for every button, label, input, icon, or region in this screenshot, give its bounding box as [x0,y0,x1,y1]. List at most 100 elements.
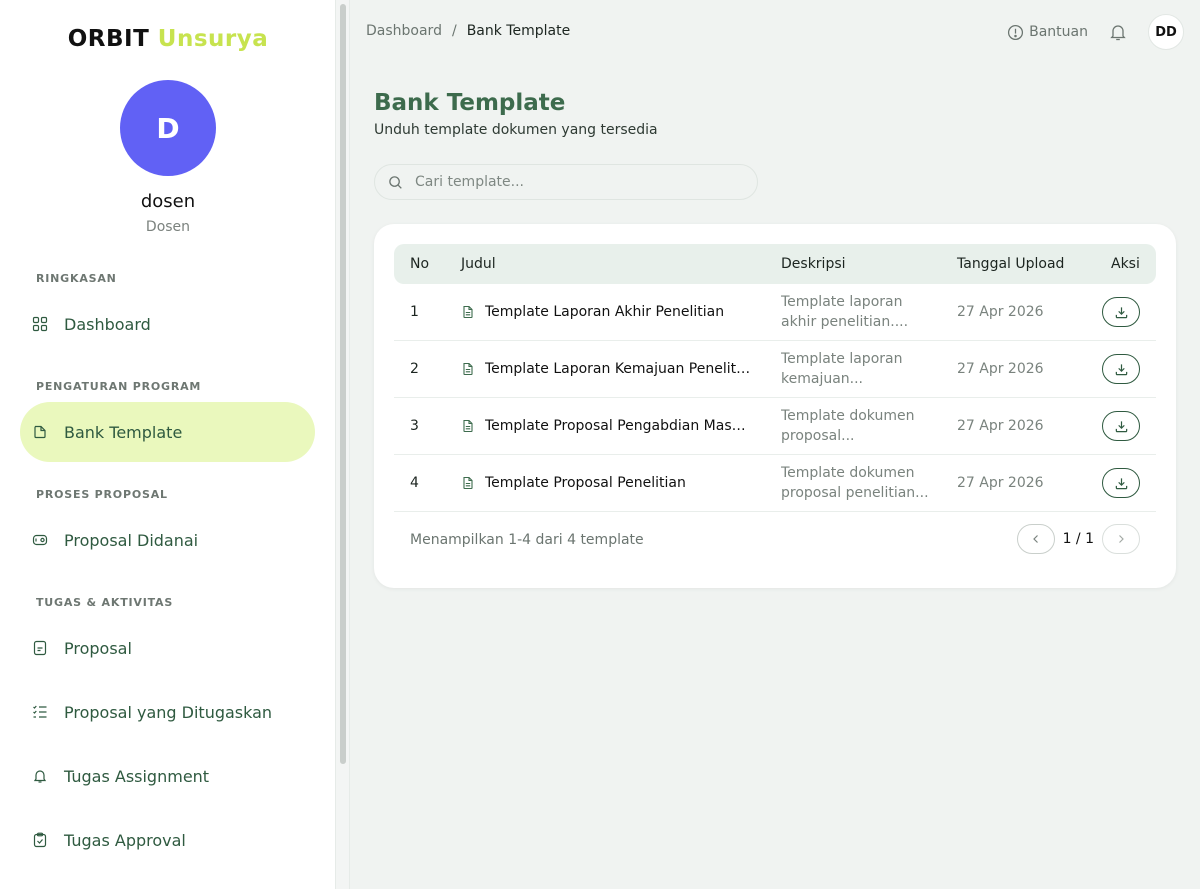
row-description: Template laporan kemajuan... [781,349,931,389]
section-ringkasan: RINGKASAN [36,272,117,285]
download-icon [1115,306,1127,318]
chevron-left-icon [1032,535,1038,543]
download-button[interactable] [1102,468,1140,498]
sidebar: ORBIT Unsurya D dosen Dosen RINGKASAN Da… [0,0,336,889]
row-description: Template dokumen proposal... [781,406,931,446]
brand-logo: ORBIT Unsurya [0,26,336,52]
file-text-icon [463,305,473,319]
money-icon [32,532,48,548]
search-input[interactable] [415,174,735,190]
download-button[interactable] [1102,297,1140,327]
row-title-text: Template Proposal Penelitian [485,475,686,491]
sidebar-item-proposal[interactable]: Proposal [20,618,315,678]
chevron-right-icon [1119,535,1124,543]
help-label: Bantuan [1029,24,1088,40]
sidebar-item-tugas-approval[interactable]: Tugas Approval [20,810,315,870]
row-number: 2 [410,361,419,377]
row-title-text: Template Laporan Kemajuan Penelitian [485,361,751,377]
user-avatar: D [120,80,216,176]
breadcrumb: Dashboard / Bank Template [366,23,570,39]
row-description-line2: proposal... [781,428,855,444]
help-button[interactable]: Bantuan [1007,24,1088,41]
breadcrumb-separator: / [451,23,457,39]
user-name: dosen [140,191,196,212]
row-description-line2: kemajuan... [781,371,864,387]
download-button[interactable] [1102,354,1140,384]
download-icon [1115,477,1127,489]
row-upload-date: 27 Apr 2026 [957,418,1044,434]
row-title: Template Laporan Akhir Penelitian [461,304,751,320]
table-header: No Judul Deskripsi Tanggal Upload Aksi [394,244,1156,284]
section-pengaturan-program: PENGATURAN PROGRAM [36,380,202,393]
file-text-icon [463,362,473,376]
page-title: Bank Template [374,90,566,116]
column-tanggal-upload: Tanggal Upload [957,256,1065,272]
sidebar-item-proposal-didanai[interactable]: Proposal Didanai [20,510,315,570]
row-title: Template Laporan Kemajuan Penelitian [461,361,751,377]
table-row: 1 Template Laporan Akhir Penelitian Temp… [394,284,1156,341]
download-button[interactable] [1102,411,1140,441]
file-text-icon [463,419,473,433]
sidebar-item-tugas-assignment[interactable]: Tugas Assignment [20,746,315,806]
info-icon [1008,24,1024,40]
search-icon [389,175,402,189]
document-icon [32,640,48,656]
scrollbar-thumb[interactable] [340,4,346,764]
pagination-summary: Menampilkan 1-4 dari 4 template [410,532,644,548]
brand-name: ORBIT [67,26,150,52]
table-row: 2 Template Laporan Kemajuan Penelitian T… [394,341,1156,398]
sidebar-item-label: Bank Template [64,422,183,442]
sidebar-item-label: Proposal [64,638,132,658]
row-description-line2: proposal penelitian... [781,485,929,501]
clipboard-check-icon [32,832,48,848]
row-title: Template Proposal Penelitian [461,475,751,491]
row-description-line1: Template laporan [781,294,903,310]
bell-icon [1110,25,1126,41]
row-description-line1: Template dokumen [781,408,915,424]
sidebar-item-label: Dashboard [64,314,151,334]
section-proses-proposal: PROSES PROPOSAL [36,488,168,501]
page-indicator: 1 / 1 [1062,531,1094,547]
next-page-button[interactable] [1102,524,1140,554]
row-upload-date: 27 Apr 2026 [957,304,1044,320]
row-description-line2: akhir penelitian.... [781,314,909,330]
sidebar-item-label: Tugas Assignment [64,766,210,786]
row-upload-date: 27 Apr 2026 [957,361,1044,377]
section-tugas-aktivitas: TUGAS & AKTIVITAS [36,596,174,609]
sidebar-item-proposal-ditugaskan[interactable]: Proposal yang Ditugaskan [20,682,315,742]
breadcrumb-root[interactable]: Dashboard [366,23,442,39]
row-title-text: Template Laporan Akhir Penelitian [485,304,725,320]
notification-button[interactable] [1108,22,1128,42]
row-title: Template Proposal Pengabdian Masyarakat [461,418,751,434]
row-description-line1: Template dokumen [781,465,915,481]
template-table-card: No Judul Deskripsi Tanggal Upload Aksi 1… [374,224,1176,588]
top-actions: Bantuan DD [1007,14,1184,50]
download-icon [1115,363,1127,375]
column-deskripsi: Deskripsi [781,256,846,272]
prev-page-button[interactable] [1016,524,1055,554]
row-description: Template laporan akhir penelitian.... [781,292,931,332]
row-description: Template dokumen proposal penelitian... [781,463,931,503]
bell-icon [32,768,48,784]
sidebar-scrollbar[interactable] [336,0,350,889]
sidebar-item-bank-template[interactable]: Bank Template [20,402,315,462]
row-number: 4 [410,475,419,491]
download-icon [1115,420,1127,432]
file-text-icon [463,476,473,490]
page-subtitle: Unduh template dokumen yang tersedia [374,122,658,138]
file-icon [32,424,48,440]
sidebar-item-label: Tugas Approval [64,830,186,850]
user-menu-avatar[interactable]: DD [1148,14,1184,50]
brand-accent: Unsurya [157,26,269,52]
pagination: 1 / 1 [1016,524,1140,554]
row-upload-date: 27 Apr 2026 [957,475,1044,491]
sidebar-item-dashboard[interactable]: Dashboard [20,294,315,354]
column-aksi: Aksi [1111,256,1140,272]
column-judul: Judul [461,256,496,272]
row-description-line1: Template laporan [781,351,903,367]
row-number: 3 [410,418,419,434]
row-title-text: Template Proposal Pengabdian Masyarakat [485,418,751,434]
table-row: 4 Template Proposal Penelitian Template … [394,455,1156,512]
user-role: Dosen [145,219,191,235]
sidebar-item-label: Proposal yang Ditugaskan [64,702,273,722]
